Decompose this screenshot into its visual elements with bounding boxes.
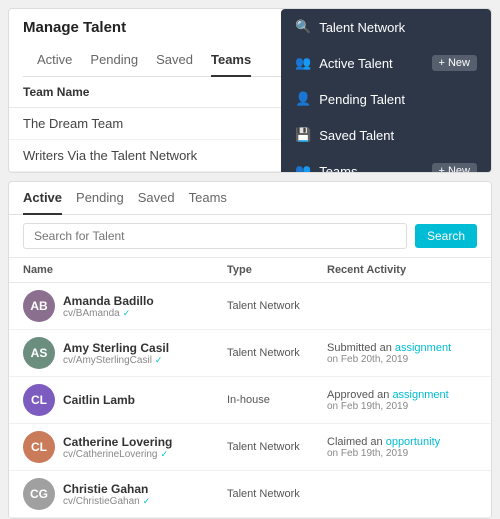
- talent-name: Caitlin Lamb: [63, 393, 135, 407]
- talent-type: Talent Network: [227, 441, 327, 453]
- tab-pending-bottom[interactable]: Pending: [76, 182, 124, 215]
- tab-pending-top[interactable]: Pending: [90, 44, 138, 77]
- talent-name-col: CL Catherine Lovering cv/CatherineLoveri…: [23, 431, 227, 463]
- top-panel: Manage Talent Active Pending Saved Teams…: [8, 8, 492, 173]
- dropdown-label: Active Talent: [319, 56, 392, 71]
- talent-name: Christie Gahan: [63, 482, 150, 496]
- col-type: Type: [227, 264, 327, 276]
- talent-info: Amy Sterling Casil cv/AmySterlingCasil ✓: [63, 341, 169, 366]
- dropdown-label: Saved Talent: [319, 128, 394, 143]
- talent-name-col: CL Caitlin Lamb: [23, 384, 227, 416]
- search-icon: 🔍: [295, 19, 311, 35]
- tab-teams-bottom[interactable]: Teams: [189, 182, 227, 215]
- avatar: CG: [23, 478, 55, 510]
- talent-type: Talent Network: [227, 488, 327, 500]
- bottom-panel: Active Pending Saved Teams Search Name T…: [8, 181, 492, 519]
- talent-type: Talent Network: [227, 347, 327, 359]
- dropdown-pending-talent[interactable]: 👤 Pending Talent: [281, 81, 491, 117]
- talent-activity: Approved an assignmenton Feb 19th, 2019: [327, 389, 477, 412]
- talent-activity: Claimed an opportunityon Feb 19th, 2019: [327, 436, 477, 459]
- talent-handle: cv/BAmanda ✓: [63, 308, 154, 319]
- talent-handle: cv/CatherineLovering ✓: [63, 449, 172, 460]
- talent-row[interactable]: AS Amy Sterling Casil cv/AmySterlingCasi…: [9, 330, 491, 377]
- new-teams-button[interactable]: + New: [432, 163, 478, 173]
- talent-row[interactable]: AB Amanda Badillo cv/BAmanda ✓ Talent Ne…: [9, 283, 491, 330]
- talent-info: Amanda Badillo cv/BAmanda ✓: [63, 294, 154, 319]
- search-bar: Search: [9, 215, 491, 258]
- talent-info: Catherine Lovering cv/CatherineLovering …: [63, 435, 172, 460]
- talent-info: Christie Gahan cv/ChristieGahan ✓: [63, 482, 150, 507]
- col-name: Name: [23, 264, 227, 276]
- users-saved-icon: 💾: [295, 127, 311, 143]
- talent-row[interactable]: CG Christie Gahan cv/ChristieGahan ✓ Tal…: [9, 471, 491, 518]
- talent-activity: Submitted an assignmenton Feb 20th, 2019: [327, 342, 477, 365]
- tab-saved-top[interactable]: Saved: [156, 44, 193, 77]
- users-icon: 👥: [295, 55, 311, 71]
- dropdown-label: Teams: [319, 164, 357, 174]
- tab-active-bottom[interactable]: Active: [23, 182, 62, 215]
- avatar: AS: [23, 337, 55, 369]
- bottom-tabs: Active Pending Saved Teams: [9, 182, 491, 215]
- new-active-button[interactable]: + New: [432, 55, 478, 71]
- tab-active-top[interactable]: Active: [37, 44, 72, 77]
- dropdown-teams[interactable]: 👥 Teams + New: [281, 153, 491, 173]
- verified-icon: ✓: [123, 308, 131, 319]
- talent-name-col: AB Amanda Badillo cv/BAmanda ✓: [23, 290, 227, 322]
- avatar: CL: [23, 384, 55, 416]
- tab-saved-bottom[interactable]: Saved: [138, 182, 175, 215]
- talent-list: AB Amanda Badillo cv/BAmanda ✓ Talent Ne…: [9, 283, 491, 518]
- talent-info: Caitlin Lamb: [63, 393, 135, 407]
- col-activity: Recent Activity: [327, 264, 477, 276]
- talent-name: Amanda Badillo: [63, 294, 154, 308]
- dropdown-active-talent[interactable]: 👥 Active Talent + New: [281, 45, 491, 81]
- verified-icon: ✓: [143, 496, 151, 507]
- tab-teams-top[interactable]: Teams: [211, 44, 251, 77]
- dropdown-saved-talent[interactable]: 💾 Saved Talent: [281, 117, 491, 153]
- talent-type: Talent Network: [227, 300, 327, 312]
- dropdown-talent-network[interactable]: 🔍 Talent Network: [281, 9, 491, 45]
- talent-name-col: CG Christie Gahan cv/ChristieGahan ✓: [23, 478, 227, 510]
- talent-type: In-house: [227, 394, 327, 406]
- talent-name-col: AS Amy Sterling Casil cv/AmySterlingCasi…: [23, 337, 227, 369]
- search-input[interactable]: [23, 223, 407, 249]
- users-pending-icon: 👤: [295, 91, 311, 107]
- talent-handle: cv/ChristieGahan ✓: [63, 496, 150, 507]
- avatar: CL: [23, 431, 55, 463]
- talent-name: Amy Sterling Casil: [63, 341, 169, 355]
- talent-row[interactable]: CL Catherine Lovering cv/CatherineLoveri…: [9, 424, 491, 471]
- talent-row[interactable]: CL Caitlin Lamb In-house Approved an ass…: [9, 377, 491, 424]
- verified-icon: ✓: [161, 449, 169, 460]
- dropdown-menu: 🔍 Talent Network 👥 Active Talent + New 👤…: [281, 9, 491, 173]
- teams-icon: 👥: [295, 163, 311, 173]
- verified-icon: ✓: [155, 355, 163, 366]
- dropdown-label: Pending Talent: [319, 92, 405, 107]
- avatar: AB: [23, 290, 55, 322]
- dropdown-label: Talent Network: [319, 20, 405, 35]
- search-button[interactable]: Search: [415, 224, 477, 248]
- talent-handle: cv/AmySterlingCasil ✓: [63, 355, 169, 366]
- talent-table-header: Name Type Recent Activity: [9, 258, 491, 283]
- talent-name: Catherine Lovering: [63, 435, 172, 449]
